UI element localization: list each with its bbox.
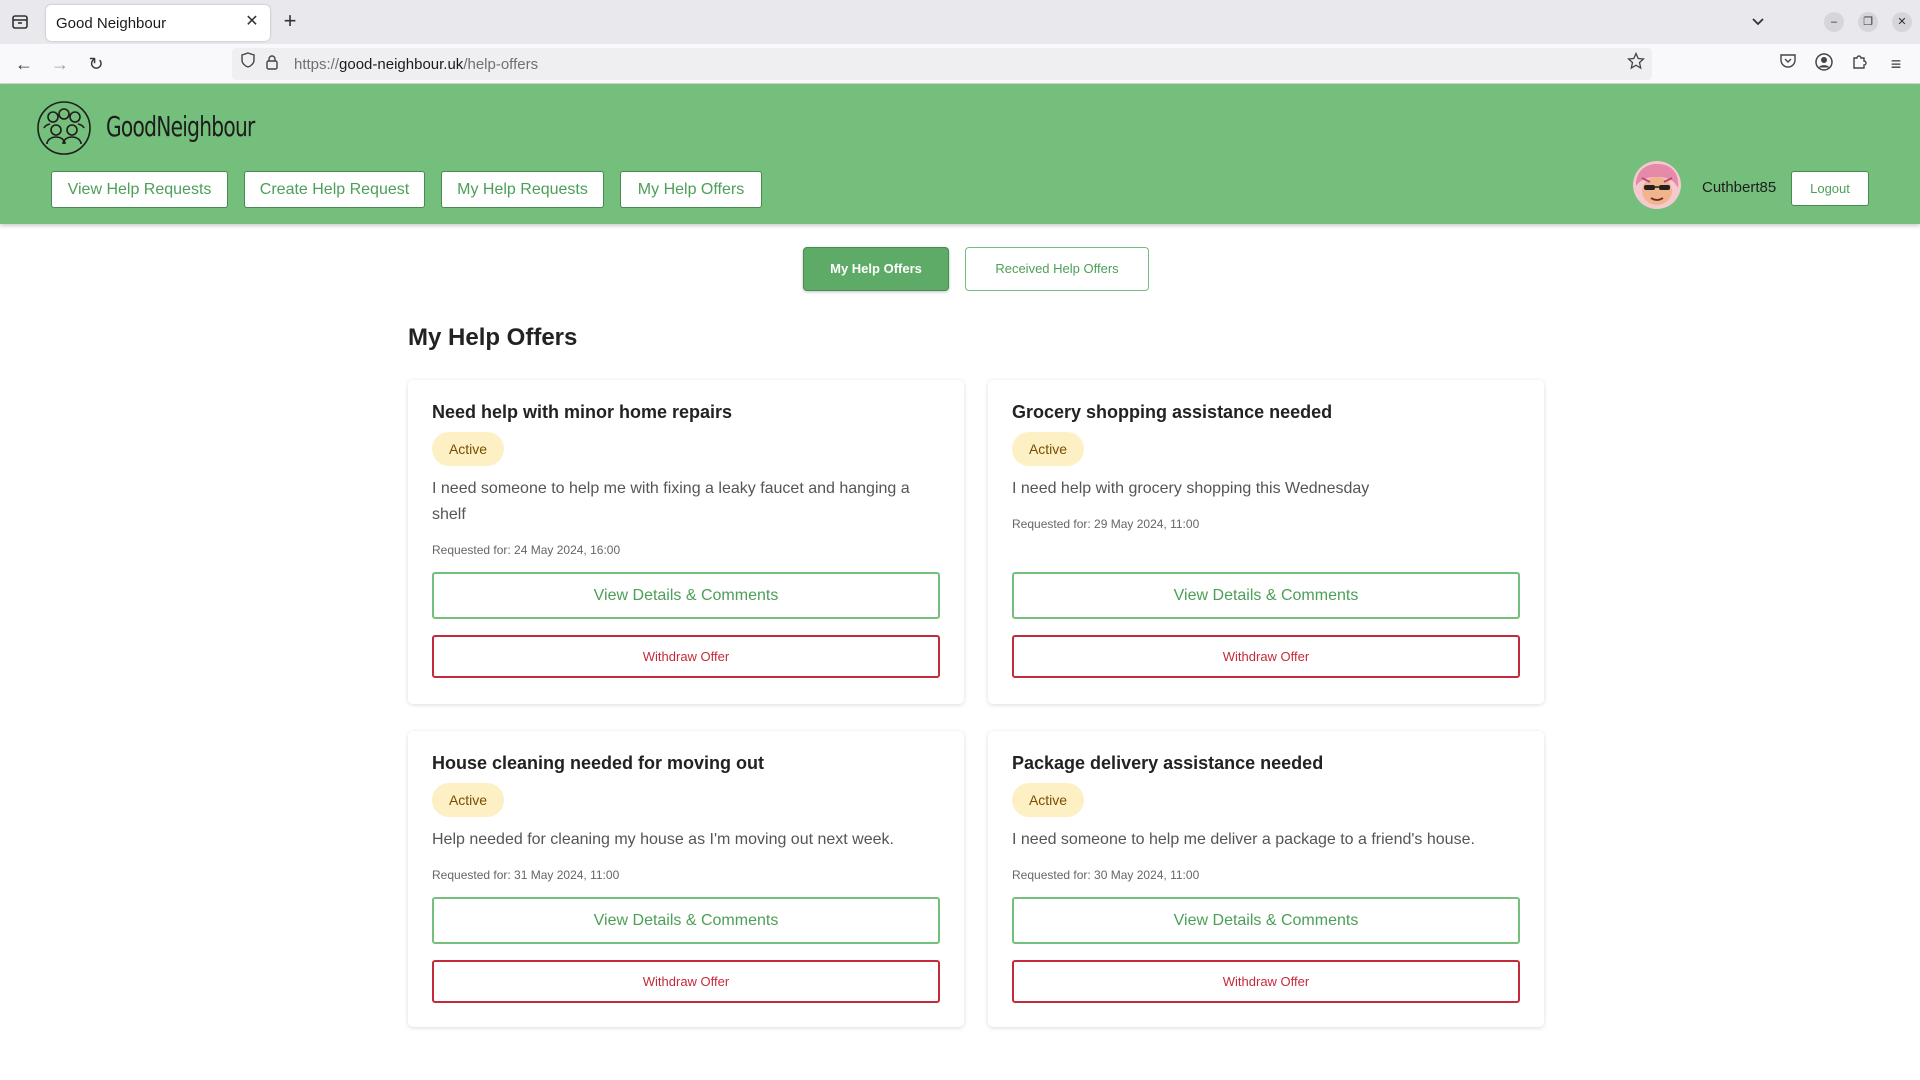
browser-tab-bar: Good Neighbour ✕ + – ❐ ✕ bbox=[0, 0, 1920, 44]
browser-nav-bar: ← → ↻ https://good-neighbour.uk/help-off… bbox=[0, 44, 1920, 84]
good-neighbour-logo-icon[interactable] bbox=[36, 100, 92, 156]
logout-button[interactable]: Logout bbox=[1791, 171, 1869, 206]
star-icon[interactable] bbox=[1624, 51, 1648, 76]
browser-tab[interactable]: Good Neighbour ✕ bbox=[46, 5, 270, 41]
help-offer-card: Need help with minor home repairs Active… bbox=[408, 380, 964, 704]
nav-view-help-requests-button[interactable]: View Help Requests bbox=[51, 171, 228, 208]
card-description: I need help with grocery shopping this W… bbox=[1012, 480, 1370, 497]
lock-icon[interactable] bbox=[260, 52, 284, 76]
withdraw-offer-button[interactable]: Withdraw Offer bbox=[1012, 635, 1520, 678]
app-header: GoodNeighbour View Help Requests Create … bbox=[0, 84, 1920, 224]
nav-my-help-requests-button[interactable]: My Help Requests bbox=[441, 171, 604, 208]
tab-my-help-offers[interactable]: My Help Offers bbox=[803, 247, 949, 291]
url-text: https://good-neighbour.uk/help-offers bbox=[294, 56, 539, 73]
help-offer-card: Grocery shopping assistance needed Activ… bbox=[988, 380, 1544, 704]
card-description: I need someone to help me with fixing a … bbox=[432, 480, 910, 523]
tab-title: Good Neighbour bbox=[56, 15, 167, 32]
withdraw-offer-button[interactable]: Withdraw Offer bbox=[1012, 960, 1520, 1003]
card-title: Grocery shopping assistance needed bbox=[1012, 402, 1333, 422]
nav-my-help-offers-button[interactable]: My Help Offers bbox=[620, 171, 762, 208]
view-details-comments-button[interactable]: View Details & Comments bbox=[432, 572, 940, 619]
pocket-icon[interactable] bbox=[1776, 52, 1800, 76]
view-details-comments-button[interactable]: View Details & Comments bbox=[1012, 572, 1520, 619]
tab-list-icon[interactable] bbox=[10, 12, 30, 32]
requested-for-date: Requested for: 29 May 2024, 11:00 bbox=[1012, 517, 1200, 531]
card-title: House cleaning needed for moving out bbox=[432, 753, 765, 773]
requested-for-date: Requested for: 31 May 2024, 11:00 bbox=[432, 868, 620, 882]
hamburger-menu-icon[interactable]: ≡ bbox=[1884, 52, 1908, 76]
help-offer-card: Package delivery assistance needed Activ… bbox=[988, 731, 1544, 1027]
status-badge: Active bbox=[432, 432, 504, 466]
view-details-comments-button[interactable]: View Details & Comments bbox=[432, 897, 940, 944]
withdraw-offer-button[interactable]: Withdraw Offer bbox=[432, 635, 940, 678]
withdraw-offer-button[interactable]: Withdraw Offer bbox=[432, 960, 940, 1003]
requested-for-date: Requested for: 24 May 2024, 16:00 bbox=[432, 543, 621, 557]
forward-arrow-icon[interactable]: → bbox=[48, 52, 72, 76]
shield-icon[interactable] bbox=[236, 52, 260, 76]
back-arrow-icon[interactable]: ← bbox=[12, 52, 36, 76]
puzzle-icon[interactable] bbox=[1848, 52, 1872, 76]
card-title: Need help with minor home repairs bbox=[432, 402, 733, 422]
avatar[interactable] bbox=[1632, 160, 1682, 210]
username: Cuthbert85 bbox=[1702, 179, 1777, 196]
tab-received-help-offers[interactable]: Received Help Offers bbox=[965, 247, 1149, 291]
plus-icon[interactable]: + bbox=[278, 10, 302, 34]
window-close-icon[interactable]: ✕ bbox=[1892, 12, 1912, 32]
status-badge: Active bbox=[432, 783, 504, 817]
url-bar[interactable]: https://good-neighbour.uk/help-offers bbox=[232, 48, 1652, 80]
card-description: Help needed for cleaning my house as I'm… bbox=[432, 831, 894, 848]
card-title: Package delivery assistance needed bbox=[1012, 753, 1324, 773]
page-title: My Help Offers bbox=[408, 324, 578, 351]
logo-text[interactable]: GoodNeighbour bbox=[106, 110, 255, 143]
restore-icon[interactable]: ❐ bbox=[1858, 12, 1878, 32]
status-badge: Active bbox=[1012, 432, 1084, 466]
minimize-icon[interactable]: – bbox=[1824, 12, 1844, 32]
requested-for-date: Requested for: 30 May 2024, 11:00 bbox=[1012, 868, 1200, 882]
status-badge: Active bbox=[1012, 783, 1084, 817]
close-icon[interactable]: ✕ bbox=[242, 12, 262, 32]
reload-icon[interactable]: ↻ bbox=[84, 52, 108, 76]
account-icon[interactable] bbox=[1812, 52, 1836, 76]
card-description: I need someone to help me deliver a pack… bbox=[1012, 831, 1475, 848]
help-offer-card: House cleaning needed for moving out Act… bbox=[408, 731, 964, 1027]
chevron-down-icon[interactable] bbox=[1746, 10, 1770, 34]
nav-create-help-request-button[interactable]: Create Help Request bbox=[244, 171, 425, 208]
view-details-comments-button[interactable]: View Details & Comments bbox=[1012, 897, 1520, 944]
